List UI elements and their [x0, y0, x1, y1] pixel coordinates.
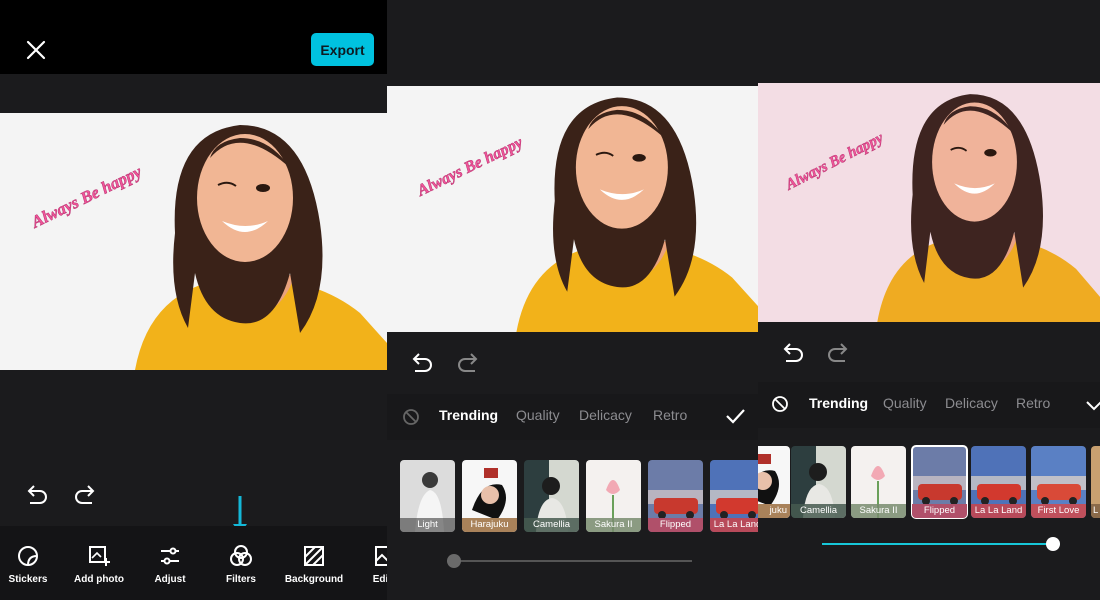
- filter-thumb-harajuku[interactable]: Harajuku: [462, 460, 517, 532]
- tool-label: Adjust: [154, 574, 186, 585]
- tool-label: Add photo: [74, 574, 124, 585]
- undo-icon[interactable]: [780, 340, 806, 366]
- slider-fill: [822, 543, 1060, 545]
- filters-icon: [230, 545, 252, 566]
- filter-thumb-light[interactable]: Light: [400, 460, 455, 532]
- filter-label: La La Land: [971, 504, 1026, 518]
- tab-quality[interactable]: Quality: [516, 407, 560, 423]
- check-icon[interactable]: [725, 406, 745, 426]
- slider-knob[interactable]: [1046, 537, 1060, 551]
- filter-label: Harajuku: [462, 518, 517, 532]
- close-icon[interactable]: [24, 38, 48, 62]
- filter-tabs: Trending Quality Delicacy Retro: [758, 382, 1100, 428]
- photo-canvas[interactable]: Always Be happy: [0, 113, 387, 370]
- slider-knob[interactable]: [447, 554, 461, 568]
- redo-icon[interactable]: [825, 340, 851, 366]
- filter-thumb-flipped[interactable]: Flipped: [911, 445, 968, 519]
- sliders-icon: [161, 547, 179, 565]
- filter-label: juku: [758, 504, 790, 518]
- tab-quality[interactable]: Quality: [883, 395, 927, 411]
- slider-track: [447, 560, 692, 562]
- photo-image: Always Be happy: [387, 86, 758, 332]
- photo-image: Always Be happy: [758, 83, 1100, 322]
- filter-label: Flipped: [648, 518, 703, 532]
- filter-label: La La Land: [710, 518, 758, 532]
- filter-intensity-slider[interactable]: [447, 554, 692, 568]
- filter-thumb-partial[interactable]: L: [1091, 446, 1100, 518]
- export-button[interactable]: Export: [311, 33, 374, 66]
- tab-trending[interactable]: Trending: [809, 395, 868, 411]
- filter-intensity-slider[interactable]: [822, 537, 1060, 551]
- filters-panel-default: Always Be happy Trending Quality Delicac…: [387, 0, 758, 600]
- filter-label: L: [1091, 504, 1100, 518]
- tool-label: Edit i: [372, 574, 387, 585]
- tab-retro[interactable]: Retro: [1016, 395, 1050, 411]
- tool-stickers[interactable]: Stickers: [0, 544, 68, 585]
- filter-thumb-camellia[interactable]: Camellia: [791, 446, 846, 518]
- tab-trending[interactable]: Trending: [439, 407, 498, 423]
- photo-image: Always Be happy: [0, 113, 387, 370]
- filter-label: Sakura II: [851, 504, 906, 518]
- tool-adjust[interactable]: Adjust: [130, 544, 210, 585]
- filter-label: Sakura II: [586, 518, 641, 532]
- no-filter-icon[interactable]: [401, 407, 421, 427]
- filter-label: Camellia: [791, 504, 846, 518]
- tab-delicacy[interactable]: Delicacy: [579, 407, 632, 423]
- background-icon: [304, 546, 324, 566]
- filter-thumb-harajuku[interactable]: juku: [758, 446, 790, 518]
- no-filter-icon[interactable]: [770, 394, 790, 414]
- tab-delicacy[interactable]: Delicacy: [945, 395, 998, 411]
- filter-label: Light: [400, 518, 455, 532]
- tool-add-photo[interactable]: Add photo: [59, 544, 139, 585]
- filter-label: Flipped: [912, 504, 967, 518]
- tool-filters[interactable]: Filters: [201, 544, 281, 585]
- redo-icon[interactable]: [455, 350, 481, 376]
- filter-label: Camellia: [524, 518, 579, 532]
- tab-retro[interactable]: Retro: [653, 407, 687, 423]
- sticker-icon: [18, 546, 38, 566]
- tool-label: Filters: [225, 574, 256, 585]
- tool-label: Stickers: [8, 574, 48, 585]
- editor-panel: Export Always Be happy Stickers Add phot…: [0, 0, 387, 600]
- add-photo-icon: [89, 546, 110, 566]
- filter-thumb-flipped[interactable]: Flipped: [648, 460, 703, 532]
- filter-tabs: Trending Quality Delicacy Retro: [387, 394, 758, 440]
- image-icon: [375, 546, 387, 566]
- filter-thumb-la-la-land[interactable]: La La Land: [971, 446, 1026, 518]
- filter-thumbnails: juku Camellia Sakura II Flipped La La La…: [758, 445, 1100, 520]
- filter-thumb-first-love[interactable]: First Love: [1031, 446, 1086, 518]
- tool-label: Background: [284, 574, 344, 585]
- tool-edit-image[interactable]: Edit i: [345, 544, 387, 585]
- bottom-toolbar: Stickers Add photo Adjust Filters Backgr…: [0, 526, 387, 600]
- chevron-down-icon[interactable]: [1084, 395, 1100, 415]
- photo-canvas: Always Be happy: [387, 86, 758, 332]
- undo-icon[interactable]: [409, 350, 435, 376]
- filter-thumb-sakura-ii[interactable]: Sakura II: [851, 446, 906, 518]
- filter-thumb-sakura-ii[interactable]: Sakura II: [586, 460, 641, 532]
- filter-label: First Love: [1031, 504, 1086, 518]
- filter-thumb-camellia[interactable]: Camellia: [524, 460, 579, 532]
- photo-canvas: Always Be happy: [758, 83, 1100, 322]
- undo-icon[interactable]: [24, 482, 50, 508]
- filters-panel-applied: Always Be happy Trending Quality Delicac…: [758, 0, 1100, 600]
- redo-icon[interactable]: [72, 482, 98, 508]
- tool-background[interactable]: Background: [274, 544, 354, 585]
- filter-thumbnails: Light Harajuku Camellia Sakura II Flippe…: [387, 460, 758, 534]
- filter-thumb-la-la-land[interactable]: La La Land: [710, 460, 758, 532]
